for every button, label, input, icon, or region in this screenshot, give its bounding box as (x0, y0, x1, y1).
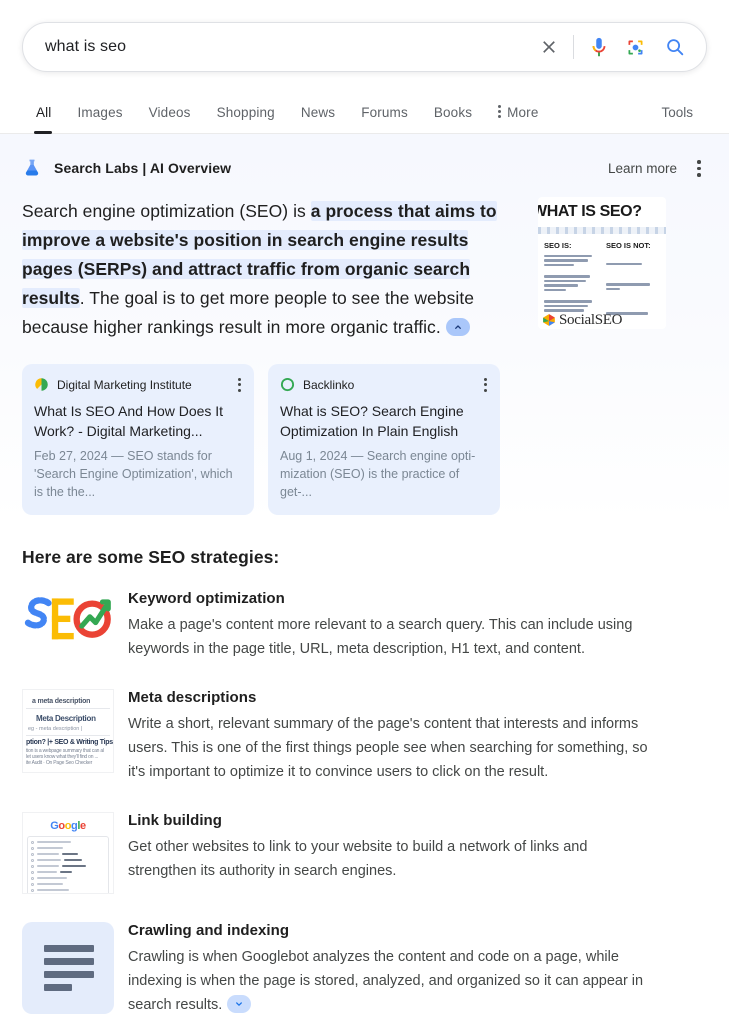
more-dots-icon (498, 105, 502, 120)
strategy-item: a meta description Meta Description eg -… (22, 688, 707, 784)
google-lens-icon[interactable] (620, 32, 650, 62)
strategy-thumbnail[interactable] (22, 590, 114, 646)
strategy-body: Keyword optimization Make a page's conte… (128, 590, 648, 661)
learn-more-link[interactable]: Learn more (608, 161, 677, 176)
thumbnail-band (538, 226, 666, 234)
source-cards: Digital Marketing Institute What Is SEO … (22, 363, 707, 521)
tab-more-label: More (507, 105, 539, 120)
source-card[interactable]: Backlinko What is SEO? Search Engine Opt… (268, 363, 500, 515)
digital-marketing-institute-favicon (34, 377, 49, 392)
strategy-description: Crawling is when Googlebot analyzes the … (128, 945, 648, 1017)
thumbnail-brand: SocialSEO (542, 312, 622, 329)
search-icon[interactable] (660, 32, 690, 62)
tab-more[interactable]: More (485, 105, 551, 133)
mock-heading: Meta Description (36, 713, 96, 723)
thumbnail-col-left: SEO IS: (544, 240, 572, 250)
ai-overview-panel: Search Labs | AI Overview Learn more Sea… (0, 134, 729, 521)
strategy-description: Write a short, relevant summary of the p… (128, 715, 648, 780)
more-options-icon[interactable] (691, 156, 707, 181)
mock-line3: ite Audit · On Page Seo Checker (26, 759, 93, 766)
strategy-body: Meta descriptions Write a short, relevan… (128, 689, 648, 784)
strategy-title: Keyword optimization (128, 589, 285, 607)
search-bar-container (0, 0, 729, 72)
backlinko-favicon (280, 377, 295, 392)
google-search-results-page: All Images Videos Shopping News Forums B… (0, 0, 729, 1024)
source-card-snippet: Feb 27, 2024 — SEO stands for 'Search En… (34, 448, 233, 499)
source-card[interactable]: Digital Marketing Institute What Is SEO … (22, 363, 254, 515)
answer-lead: Search engine optimization (SEO) is (22, 200, 311, 221)
search-bar-divider (573, 35, 574, 59)
google-serp-screenshot-thumbnail: Google (22, 811, 114, 894)
strategy-item: Crawling and indexing Crawling is when G… (22, 921, 707, 1017)
answer-tail: . The goal is to get more people to see … (22, 287, 475, 337)
ai-overview-header: Search Labs | AI Overview Learn more (22, 156, 707, 181)
strategy-title: Link building (128, 811, 222, 829)
mock-search-box (27, 835, 109, 893)
strategy-title: Meta descriptions (128, 688, 257, 706)
close-icon[interactable] (535, 33, 563, 61)
thumbnail-brand-label: SocialSEO (559, 311, 623, 328)
mock-caption: a meta description (32, 697, 91, 705)
strategy-description: Get other websites to link to your websi… (128, 838, 588, 879)
source-card-header: Backlinko (280, 376, 488, 394)
source-card-site: Backlinko (303, 377, 355, 392)
source-card-more-icon[interactable] (483, 376, 488, 394)
microphone-icon[interactable] (584, 32, 614, 62)
google-logo: Google (50, 819, 86, 832)
mock-strong: ption? |+ SEO & Writing Tips (26, 738, 113, 746)
strategy-description: Make a page's content more relevant to a… (128, 616, 633, 657)
tab-images[interactable]: Images (64, 105, 135, 133)
strategies-heading: Here are some SEO strategies: (22, 546, 280, 567)
search-tabs-bar: All Images Videos Shopping News Forums B… (0, 90, 729, 134)
tab-all[interactable]: All (22, 105, 64, 134)
ai-overview-body: Search engine optimization (SEO) is a pr… (22, 196, 707, 342)
seo-strategies-section: Here are some SEO strategies: Keyword op… (0, 547, 729, 1017)
strategy-description-text: Crawling is when Googlebot analyzes the … (128, 948, 644, 1013)
chevron-up-icon[interactable] (445, 317, 470, 336)
strategy-thumbnail[interactable]: Google (22, 811, 114, 894)
mock-line1: tion is a webpage summary that can al (26, 747, 104, 754)
tab-news[interactable]: News (288, 105, 348, 133)
seo-logo-thumbnail (24, 596, 111, 639)
strategy-item: Keyword optimization Make a page's conte… (22, 590, 707, 661)
strategy-body: Crawling and indexing Crawling is when G… (128, 922, 648, 1017)
thumbnail-col-right: SEO IS NOT: (606, 240, 651, 250)
strategy-item: Google Link building Get other websites … (22, 811, 707, 894)
ai-overview-header-actions: Learn more (608, 156, 707, 181)
socialseo-logo-icon (542, 313, 556, 327)
search-bar[interactable] (22, 22, 707, 72)
tools-button[interactable]: Tools (661, 105, 707, 133)
flask-icon (22, 158, 42, 178)
chevron-down-icon[interactable] (227, 994, 252, 1013)
mock-line2: let users know what they'll find on ... (26, 753, 99, 760)
source-card-title[interactable]: What is SEO? Search Engine Optimization … (280, 401, 488, 441)
thumbnail-title: WHAT IS SEO? (538, 202, 642, 220)
document-lines-icon (22, 921, 114, 1014)
strategy-body: Link building Get other websites to link… (128, 812, 648, 883)
thumbnail-infographic: WHAT IS SEO? SEO IS: SEO IS NOT: SocialS… (538, 197, 666, 329)
ai-overview-thumbnail[interactable]: WHAT IS SEO? SEO IS: SEO IS NOT: SocialS… (538, 196, 666, 329)
meta-description-screenshot-thumbnail: a meta description Meta Description eg -… (22, 688, 114, 773)
tab-videos[interactable]: Videos (136, 105, 204, 133)
strategy-thumbnail[interactable] (22, 921, 114, 1014)
tab-forums[interactable]: Forums (348, 105, 421, 133)
ai-overview-title: Search Labs | AI Overview (54, 160, 232, 177)
source-card-more-icon[interactable] (237, 376, 242, 394)
ai-overview-answer: Search engine optimization (SEO) is a pr… (22, 197, 522, 342)
source-card-title[interactable]: What Is SEO And How Does It Work? - Digi… (34, 401, 242, 441)
source-card-site: Digital Marketing Institute (57, 377, 192, 392)
strategy-title: Crawling and indexing (128, 921, 290, 939)
tab-shopping[interactable]: Shopping (204, 105, 288, 133)
search-tabs: All Images Videos Shopping News Forums B… (22, 105, 661, 134)
tab-books[interactable]: Books (421, 105, 485, 133)
source-card-header: Digital Marketing Institute (34, 376, 242, 394)
search-input[interactable] (45, 38, 535, 56)
mock-sub: eg - meta description | (28, 725, 83, 732)
strategy-thumbnail[interactable]: a meta description Meta Description eg -… (22, 688, 114, 773)
source-card-snippet: Aug 1, 2024 — Search engine opti-mizatio… (280, 448, 476, 499)
